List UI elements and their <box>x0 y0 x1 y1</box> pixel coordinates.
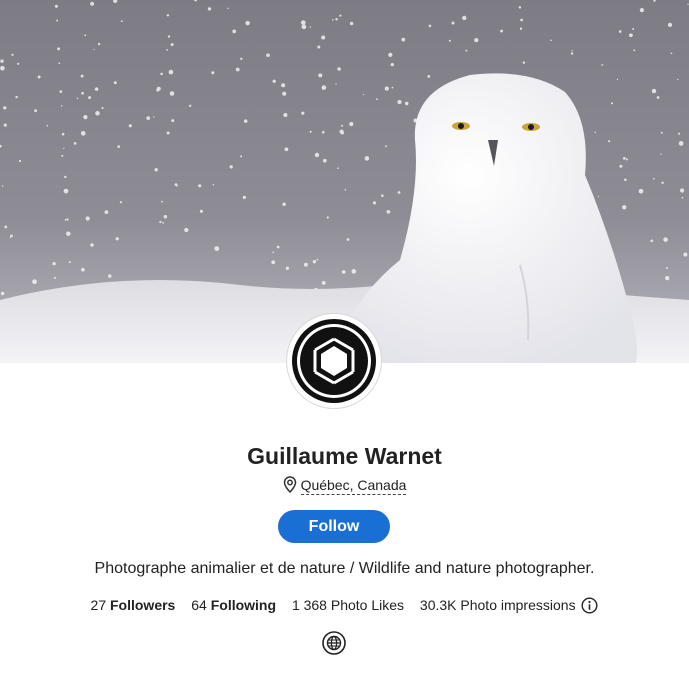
followers-label: Followers <box>110 597 176 613</box>
cover-photo <box>0 0 689 363</box>
followers-count: 27 <box>90 597 107 613</box>
camera-aperture-logo-icon <box>290 317 378 405</box>
photo-impressions-stat: 30.3K Photo impressions <box>420 596 599 618</box>
following-stat[interactable]: 64 Following <box>191 596 276 614</box>
globe-icon[interactable] <box>322 631 346 655</box>
followers-stat[interactable]: 27 Followers <box>91 596 176 614</box>
info-icon[interactable] <box>581 597 598 618</box>
map-pin-icon <box>283 476 297 498</box>
profile-stats: 27 Followers 64 Following 1 368 Photo Li… <box>0 596 689 618</box>
location-link[interactable]: Québec, Canada <box>300 477 407 495</box>
following-label: Following <box>210 597 277 613</box>
avatar[interactable] <box>287 314 381 408</box>
profile-name: Guillaume Warnet <box>247 443 442 469</box>
profile-bio: Photographe animalier et de nature / Wil… <box>94 560 595 577</box>
following-count: 64 <box>191 597 207 613</box>
follow-button[interactable]: Follow <box>278 510 390 543</box>
photo-impressions-text: 30.3K Photo impressions <box>419 597 576 613</box>
location: Québec, Canada <box>0 475 689 498</box>
photo-likes-stat: 1 368 Photo Likes <box>291 597 405 613</box>
